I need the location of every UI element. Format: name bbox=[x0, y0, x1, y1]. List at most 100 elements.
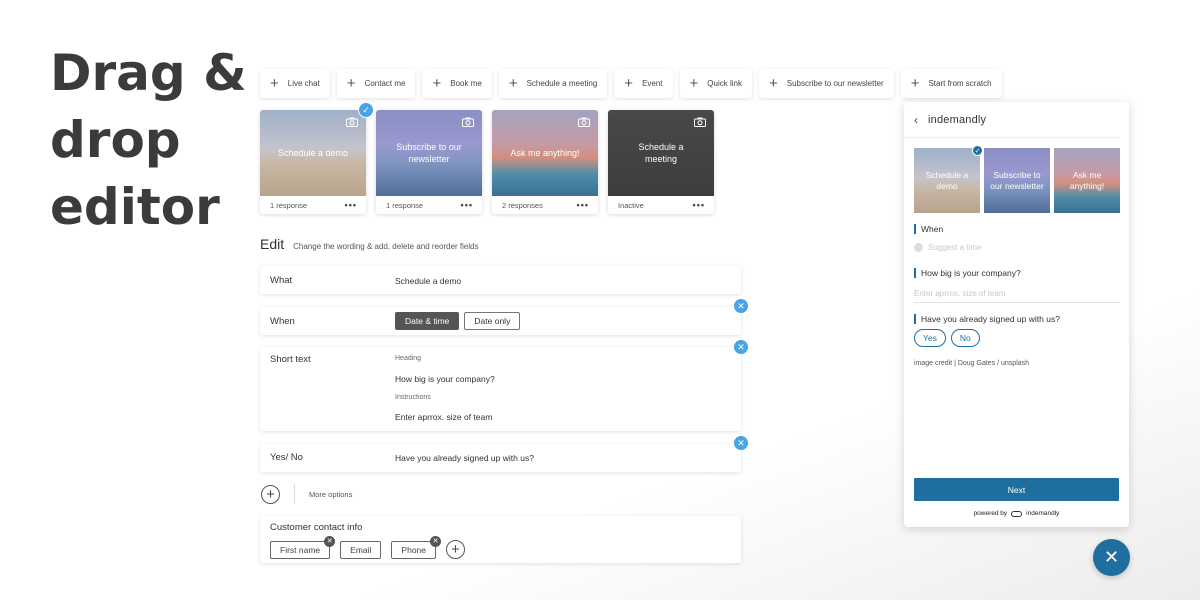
selected-check-icon: ✓ bbox=[358, 102, 374, 118]
field-row-yes-no[interactable]: Yes/ No Have you already signed up with … bbox=[260, 444, 741, 472]
what-value[interactable]: Schedule a demo bbox=[395, 276, 461, 286]
instructions-label: Instructions bbox=[395, 394, 431, 401]
add-event-button[interactable]: + Event bbox=[614, 69, 673, 98]
card-image: Ask me anything! bbox=[492, 110, 598, 196]
preview-card[interactable]: Ask me anything! bbox=[1054, 148, 1120, 213]
card-footer: Inactive ••• bbox=[608, 196, 714, 214]
remove-field-icon[interactable]: ✕ bbox=[734, 340, 748, 354]
card-status: 1 response bbox=[270, 200, 308, 210]
edit-subtitle: Change the wording & add, delete and reo… bbox=[293, 242, 479, 251]
template-cards: Schedule a demo 1 response ••• ✓ Subscrib… bbox=[260, 102, 714, 214]
question-when: When bbox=[914, 224, 943, 234]
preview-cards: Schedule a demo ✓ Subscribe to our newsle… bbox=[914, 145, 1120, 213]
more-menu-icon[interactable]: ••• bbox=[577, 200, 589, 210]
plus-icon: + bbox=[689, 75, 699, 92]
card-title: Schedule a meeting bbox=[638, 142, 684, 164]
field-label: When bbox=[270, 316, 295, 327]
instructions-value[interactable]: Enter aprrox. size of team bbox=[395, 412, 492, 422]
chip-label: Email bbox=[350, 544, 372, 555]
add-contact-me-button[interactable]: + Contact me bbox=[336, 69, 416, 98]
toolbar-label: Live chat bbox=[287, 79, 320, 88]
camera-icon[interactable] bbox=[578, 117, 590, 127]
plus-icon: + bbox=[910, 75, 920, 92]
chip-label: Phone bbox=[401, 544, 427, 555]
template-card[interactable]: Schedule a demo 1 response ••• ✓ bbox=[260, 102, 374, 214]
plus-icon: + bbox=[346, 75, 356, 92]
close-preview-button[interactable]: ✕ bbox=[1093, 539, 1130, 576]
question-company-size: How big is your company? bbox=[914, 268, 1021, 278]
preview-card-title: Schedule a demo bbox=[925, 169, 969, 191]
heading-value[interactable]: How big is your company? bbox=[395, 374, 495, 384]
plus-icon: + bbox=[768, 75, 778, 92]
field-row-what[interactable]: What Schedule a demo bbox=[260, 266, 741, 294]
field-row-short-text[interactable]: Short text Heading How big is your compa… bbox=[260, 347, 741, 431]
camera-icon[interactable] bbox=[462, 117, 474, 127]
card-image: Subscribe to our newsletter bbox=[376, 110, 482, 196]
next-button[interactable]: Next bbox=[914, 478, 1119, 501]
more-options-link[interactable]: More options bbox=[309, 490, 352, 499]
remove-chip-icon[interactable]: ✕ bbox=[324, 535, 336, 547]
more-menu-icon[interactable]: ••• bbox=[345, 200, 357, 210]
template-card[interactable]: Schedule a meeting Inactive ••• bbox=[608, 110, 714, 214]
template-card[interactable]: Ask me anything! 2 responses ••• bbox=[492, 110, 598, 214]
powered-by-brand: indemandly bbox=[1026, 510, 1060, 517]
toolbar-label: Quick link bbox=[707, 79, 742, 88]
field-row-when[interactable]: When Date & time Date only bbox=[260, 307, 741, 335]
add-contact-field-button[interactable]: + bbox=[446, 540, 466, 559]
yes-no-options: Yes No bbox=[914, 329, 980, 347]
add-book-me-button[interactable]: + Book me bbox=[422, 69, 492, 98]
contact-field-chip[interactable]: First name ✕ bbox=[270, 535, 336, 559]
preview-card[interactable]: Subscribe to our newsletter bbox=[984, 148, 1050, 213]
heading-label: Heading bbox=[395, 355, 422, 362]
add-schedule-meeting-button[interactable]: + Schedule a meeting bbox=[498, 69, 608, 98]
remove-chip-icon[interactable]: ✕ bbox=[430, 535, 442, 547]
divider bbox=[294, 484, 295, 504]
field-label: Yes/ No bbox=[270, 452, 303, 463]
preview-card-title: Ask me anything! bbox=[1069, 169, 1105, 191]
camera-icon[interactable] bbox=[694, 117, 706, 127]
input-underline bbox=[914, 302, 1120, 303]
contact-field-chip[interactable]: Email bbox=[340, 540, 382, 559]
plus-icon: + bbox=[508, 75, 518, 92]
field-label: Short text bbox=[270, 354, 311, 365]
remove-field-icon[interactable]: ✕ bbox=[734, 299, 748, 313]
card-image: Schedule a demo bbox=[260, 110, 366, 196]
add-field-row: + More options bbox=[261, 484, 352, 504]
plus-icon: + bbox=[432, 75, 442, 92]
template-toolbar: + Live chat + Contact me + Book me + Schedul… bbox=[260, 69, 1002, 98]
yes-button[interactable]: Yes bbox=[914, 329, 946, 347]
headline-line-1: Drag & bbox=[50, 44, 247, 102]
add-field-button[interactable]: + bbox=[261, 484, 280, 504]
add-live-chat-button[interactable]: + Live chat bbox=[260, 69, 330, 98]
card-footer: 1 response ••• bbox=[376, 196, 482, 214]
preview-card[interactable]: Schedule a demo ✓ bbox=[914, 145, 983, 213]
card-title: Subscribe to our newsletter bbox=[396, 142, 462, 164]
when-toggle: Date & time Date only bbox=[395, 312, 521, 330]
suggest-time-input[interactable]: Suggest a time bbox=[914, 243, 981, 252]
contact-field-chip[interactable]: Phone ✕ bbox=[391, 535, 442, 559]
start-from-scratch-button[interactable]: + Start from scratch bbox=[900, 69, 1002, 98]
back-icon[interactable]: ‹ bbox=[914, 113, 918, 127]
clock-icon bbox=[914, 243, 923, 252]
brand-name: indemandly bbox=[928, 113, 987, 126]
preview-header: ‹ indemandly bbox=[904, 102, 1120, 138]
add-newsletter-button[interactable]: + Subscribe to our newsletter bbox=[758, 69, 894, 98]
headline-line-3: editor bbox=[50, 178, 220, 236]
no-button[interactable]: No bbox=[950, 329, 980, 347]
camera-icon[interactable] bbox=[346, 117, 358, 127]
more-menu-icon[interactable]: ••• bbox=[693, 200, 705, 210]
yesno-value[interactable]: Have you already signed up with us? bbox=[395, 453, 534, 463]
plus-icon: + bbox=[624, 75, 634, 92]
brand-logo-icon bbox=[1011, 510, 1023, 517]
contact-info-section: Customer contact info First name ✕ Email … bbox=[260, 516, 741, 563]
company-size-input[interactable]: Enter aprrox. size of team bbox=[914, 289, 1006, 298]
template-card[interactable]: Subscribe to our newsletter 1 response ••… bbox=[376, 110, 482, 214]
contact-fields: First name ✕ Email Phone ✕ + bbox=[270, 535, 466, 559]
card-footer: 1 response ••• bbox=[260, 196, 366, 214]
card-image: Schedule a meeting bbox=[608, 110, 714, 196]
more-menu-icon[interactable]: ••• bbox=[461, 200, 473, 210]
date-only-option[interactable]: Date only bbox=[464, 312, 521, 330]
date-time-option[interactable]: Date & time bbox=[395, 312, 460, 330]
remove-field-icon[interactable]: ✕ bbox=[734, 436, 748, 450]
add-quick-link-button[interactable]: + Quick link bbox=[679, 69, 752, 98]
